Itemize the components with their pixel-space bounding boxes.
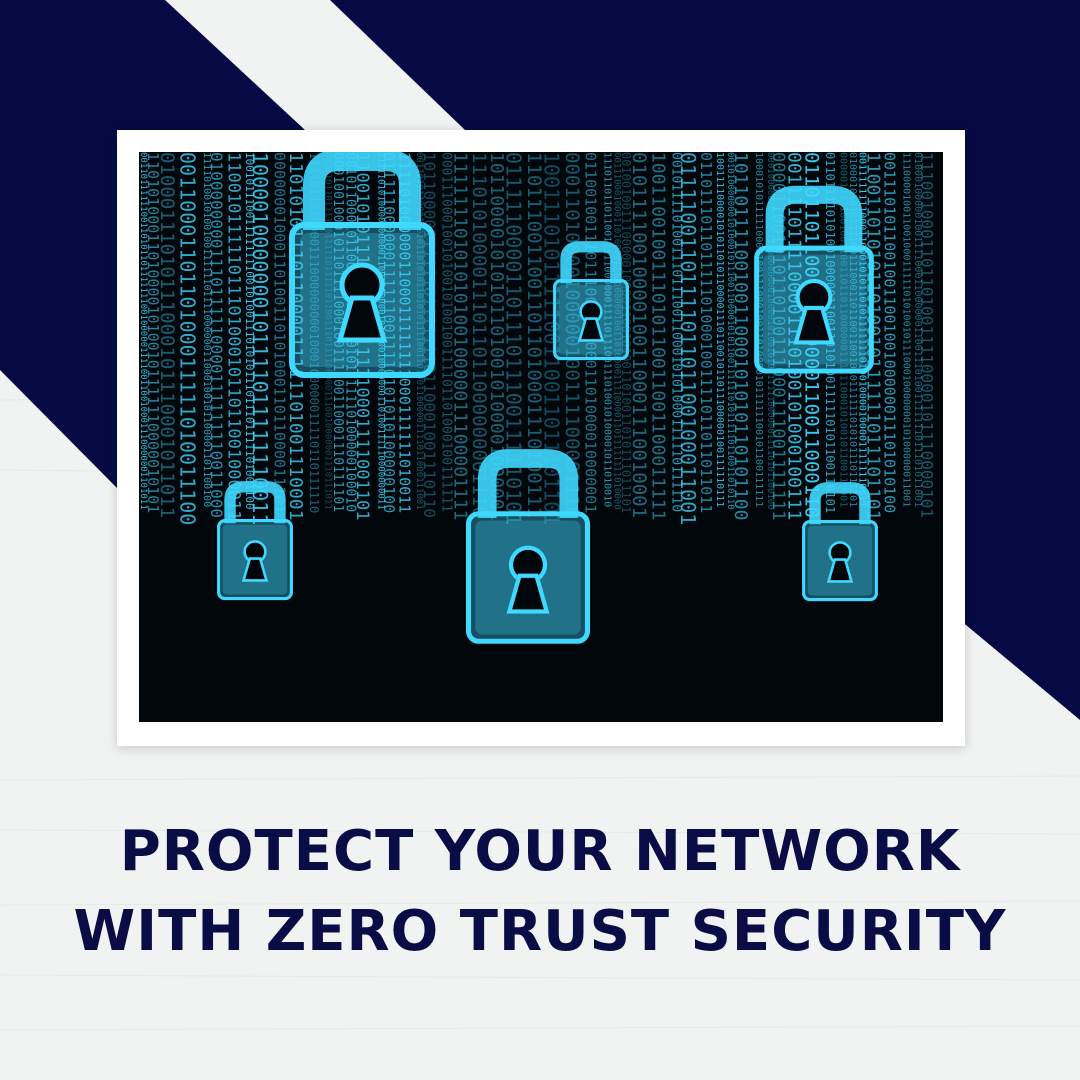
binary-column: 1000010000000101111011111110011 <box>248 152 272 525</box>
binary-column: 1001111000010101101011000011101100101101… <box>714 152 725 507</box>
binary-column: 110010111110111010001011011001000011 <box>224 152 244 520</box>
headline-line-1: PROTECT YOUR NETWORK <box>119 819 961 884</box>
binary-column: 1011011110010011000101010110101100 <box>730 152 751 520</box>
binary-column: 0011101011001001100100100000011101010100 <box>881 152 899 513</box>
binary-lock-photo: 0011011111100110101101111111001000001111… <box>139 152 943 722</box>
binary-code-graphic: 0011011111100110101101111111001000001111… <box>139 152 936 644</box>
binary-column: 1110000100110010001111101010010111000100… <box>900 152 911 507</box>
headline-line-2: WITH ZERO TRUST SECURITY <box>73 899 1007 964</box>
binary-column: 0011000110110100011111010011100 <box>175 152 199 525</box>
binary-column: 1001100100111010110011001100011111 <box>648 152 669 520</box>
photo-frame: 0011011111100110101101111111001000001111… <box>117 130 965 746</box>
binary-column: 0110111011011111010001001111011011011011 <box>697 152 715 513</box>
binary-column: 11100100011011010011110000101110000101 <box>917 152 936 518</box>
headline: PROTECT YOUR NETWORK WITH ZERO TRUST SEC… <box>0 812 1080 972</box>
